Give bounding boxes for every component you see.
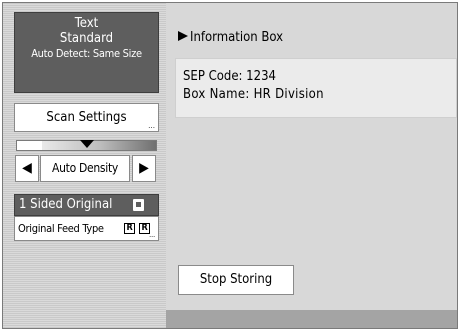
auto-density-button[interactable]: Auto Density (40, 155, 130, 182)
status-bar (166, 310, 457, 328)
sided-original-button[interactable]: 1 Sided Original (14, 194, 159, 216)
triangle-right-icon (178, 31, 188, 41)
right-panel: Information Box SEP Code: 1234 Box Name:… (166, 3, 457, 328)
scan-mode-display[interactable]: Text Standard Auto Detect: Same Size (14, 12, 159, 93)
mode-line-1: Text (74, 16, 99, 31)
density-darker-button[interactable]: ▶ (132, 155, 156, 182)
information-box-title: Information Box (178, 30, 283, 46)
scan-settings-label: Scan Settings (46, 110, 127, 125)
mode-line-3: Auto Detect: Same Size (31, 47, 142, 60)
mode-line-2: Standard (59, 31, 114, 46)
more-dots: ... (148, 121, 155, 130)
more-dots: ... (149, 230, 155, 239)
triangle-left-icon: ◀ (22, 160, 32, 176)
feed-type-label: Original Feed Type (18, 222, 104, 235)
sided-original-label: 1 Sided Original (19, 197, 113, 212)
density-lighter-button[interactable]: ◀ (15, 155, 39, 182)
page-icon (133, 199, 144, 211)
triangle-right-icon: ▶ (139, 160, 149, 176)
orientation-r-icon: R (124, 223, 135, 234)
sep-code: SEP Code: 1234 (183, 69, 276, 84)
stop-storing-label: Stop Storing (199, 272, 273, 287)
triangle-down-icon (79, 140, 94, 148)
box-name: Box Name: HR Division (183, 87, 324, 102)
scan-settings-button[interactable]: Scan Settings ... (14, 103, 159, 132)
left-panel: Text Standard Auto Detect: Same Size Sca… (3, 3, 166, 328)
auto-density-label: Auto Density (52, 161, 118, 175)
title-text: Information Box (190, 30, 284, 45)
original-feed-type-button[interactable]: Original Feed Type R R ... (14, 216, 159, 241)
scanner-screen: Text Standard Auto Detect: Same Size Sca… (2, 2, 458, 329)
stop-storing-button[interactable]: Stop Storing (178, 265, 294, 295)
information-box: SEP Code: 1234 Box Name: HR Division (175, 58, 457, 118)
